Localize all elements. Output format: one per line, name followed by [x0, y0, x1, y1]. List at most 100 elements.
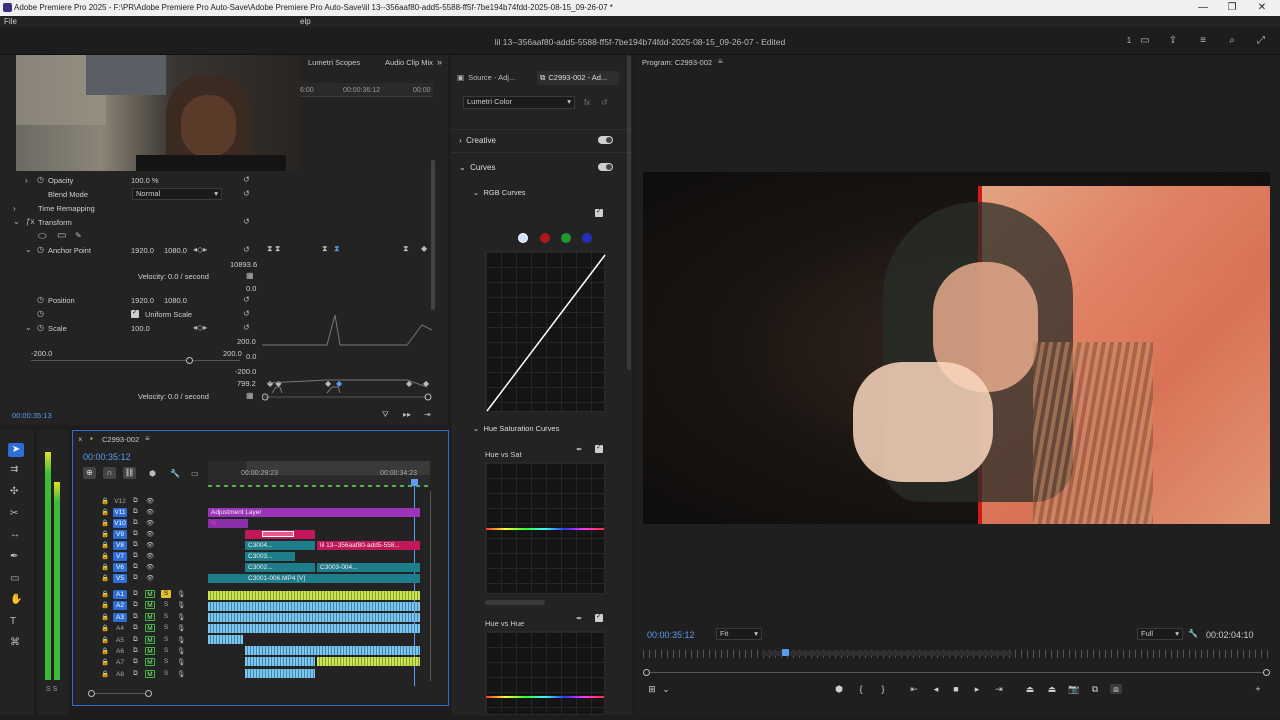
mute-button[interactable]: M	[145, 612, 155, 621]
clip-c3003-004[interactable]: C3003-004...	[317, 563, 420, 572]
clip-c3004[interactable]: C3004...	[245, 541, 315, 550]
mute-button[interactable]: M	[145, 647, 155, 655]
track-target-label[interactable]: V8	[113, 541, 127, 550]
lock-icon[interactable]: 🔒	[101, 601, 109, 609]
section-hue-sat-curves[interactable]: ⌄ Hue Saturation Curves	[473, 424, 559, 433]
track-target-label[interactable]: V7	[113, 552, 127, 561]
panel-overflow-icon[interactable]: »	[437, 57, 442, 67]
reset-icon[interactable]: ↺	[243, 245, 250, 254]
eye-icon[interactable]: 👁	[146, 574, 154, 582]
lock-icon[interactable]: 🔒	[101, 508, 109, 516]
reset-icon[interactable]: ↺	[243, 217, 250, 226]
solo-button[interactable]: S	[161, 590, 171, 598]
track-target-label[interactable]: A6	[113, 647, 127, 656]
menu-file[interactable]: File	[4, 17, 17, 26]
tab-sequence-clip[interactable]: ⧉ C2993-002 - Ad...	[537, 71, 619, 85]
sequence-tab[interactable]: C2993-002	[102, 435, 139, 444]
sync-lock-icon[interactable]: ⧉	[133, 670, 138, 678]
graph-icon[interactable]: ▦	[246, 391, 254, 400]
mark-out-icon[interactable]: }	[877, 684, 889, 694]
eye-icon[interactable]: 👁	[146, 563, 154, 571]
clip-c3001[interactable]: C3001-006.MP4 [V]	[208, 574, 420, 583]
microphone-icon[interactable]: 🎙	[177, 601, 185, 609]
solo-button[interactable]: S	[161, 601, 171, 609]
restore-button[interactable]: ❐	[1217, 1, 1247, 15]
sync-lock-icon[interactable]: ⧉	[133, 613, 138, 621]
mute-button[interactable]: M	[145, 658, 155, 667]
tab-lumetri-scopes[interactable]: Lumetri Scopes	[308, 58, 360, 67]
captions-icon[interactable]: ▭	[191, 469, 199, 478]
lock-icon[interactable]: 🔒	[101, 519, 109, 527]
program-zoom-handle-left[interactable]	[643, 669, 650, 676]
mute-button[interactable]: M	[145, 590, 155, 598]
microphone-icon[interactable]: 🎙	[177, 670, 185, 678]
workspace-menu-icon[interactable]: ≡	[1196, 35, 1210, 47]
panel-menu-icon[interactable]: ≡	[145, 434, 150, 443]
panel-layout-icon[interactable]: ▭	[1138, 35, 1152, 47]
multicam-icon[interactable]: ⧈	[1110, 684, 1122, 694]
ec-timecode[interactable]: 00:00:35:13	[12, 411, 52, 420]
sync-lock-icon[interactable]: ⧉	[133, 624, 138, 632]
rectangle-tool-icon[interactable]: ▭	[10, 573, 19, 584]
timeline-ruler[interactable]: 00:00:29:23 00:00:34:23	[208, 461, 430, 487]
add-marker-icon[interactable]: ⬢	[833, 684, 845, 694]
linked-selection-icon[interactable]: ⛓	[123, 467, 136, 479]
collapse-arrow-icon[interactable]: ⌄	[13, 217, 20, 226]
eye-icon[interactable]: 👁	[146, 552, 154, 560]
step-back-icon[interactable]: ◂	[930, 684, 942, 694]
export-frame-icon[interactable]: 📷	[1068, 684, 1080, 694]
hue-vs-hue-checkbox[interactable]	[595, 612, 603, 622]
track-target-label[interactable]: A2	[113, 601, 127, 611]
blend-mode-select[interactable]: Normal ▾	[132, 188, 222, 200]
go-to-out-icon[interactable]: ⇥	[993, 684, 1005, 694]
eye-icon[interactable]: 👁	[146, 541, 154, 549]
comparison-view-icon[interactable]: ⧉	[1089, 684, 1101, 694]
clip-adjustment-layer[interactable]: Adjustment Layer	[208, 508, 420, 517]
clip-c3002[interactable]: C3002...	[245, 563, 315, 572]
solo-button[interactable]: S	[161, 647, 171, 655]
hue-vs-hue-editor[interactable]	[485, 631, 605, 715]
ec-time-ruler[interactable]: 6:00 00:00:36:12 00:00	[300, 83, 433, 97]
mute-button[interactable]: M	[145, 624, 155, 633]
eye-icon[interactable]: 👁	[146, 530, 154, 538]
solo-button[interactable]: S	[161, 658, 171, 666]
eyedropper-icon[interactable]: ✒	[576, 445, 583, 454]
track-target-label[interactable]: A4	[113, 624, 127, 633]
audio-clip-a6[interactable]	[245, 646, 420, 655]
stopwatch-icon[interactable]: ◷	[37, 295, 44, 304]
stopwatch-active-icon[interactable]: ◷	[37, 245, 44, 254]
channel-blue-button[interactable]	[582, 233, 592, 243]
close-button[interactable]: ✕	[1247, 1, 1277, 15]
program-zoom-track[interactable]	[647, 672, 1267, 673]
close-icon[interactable]: ×	[78, 435, 83, 444]
meter-solo-labels[interactable]: S S	[46, 686, 57, 693]
pen-mask-icon[interactable]: ✎	[75, 231, 82, 240]
audio-clip-a3[interactable]	[208, 613, 420, 622]
add-marker-icon[interactable]: ⬢	[149, 469, 156, 478]
track-target-label[interactable]: A7	[113, 658, 127, 667]
wrench-icon[interactable]: 🔧	[170, 469, 180, 478]
solo-button[interactable]: S	[161, 624, 171, 632]
position-y[interactable]: 1080.0	[164, 296, 187, 305]
solo-button[interactable]: S	[161, 613, 171, 621]
timeline-zoom-track[interactable]	[89, 693, 149, 694]
track-target-label[interactable]: A1	[113, 590, 127, 599]
lock-icon[interactable]: 🔒	[101, 624, 109, 632]
mute-button[interactable]: M	[145, 635, 155, 644]
chevron-down-icon[interactable]: ⌄	[660, 684, 672, 694]
clip-nested-v9[interactable]	[245, 530, 315, 539]
stopwatch-icon[interactable]: ◷	[37, 309, 44, 318]
sync-lock-icon[interactable]: ⧉	[133, 519, 138, 527]
curves-toggle[interactable]	[598, 163, 613, 171]
scale-slider-handle[interactable]	[186, 357, 193, 364]
microphone-icon[interactable]: 🎙	[177, 658, 185, 666]
lock-icon[interactable]: 🔒	[101, 552, 109, 560]
sync-lock-icon[interactable]: ⧉	[133, 497, 138, 505]
opacity-value[interactable]: 100.0 %	[131, 176, 159, 185]
sync-lock-icon[interactable]: ⧉	[133, 590, 138, 598]
rgb-curve-editor[interactable]	[485, 251, 606, 412]
track-target-label[interactable]: A3	[113, 612, 127, 622]
track-target-label[interactable]: V9	[113, 530, 127, 539]
fullscreen-icon[interactable]: ⤢	[1254, 35, 1268, 47]
playback-resolution-select[interactable]: Full ▾	[1137, 628, 1183, 640]
